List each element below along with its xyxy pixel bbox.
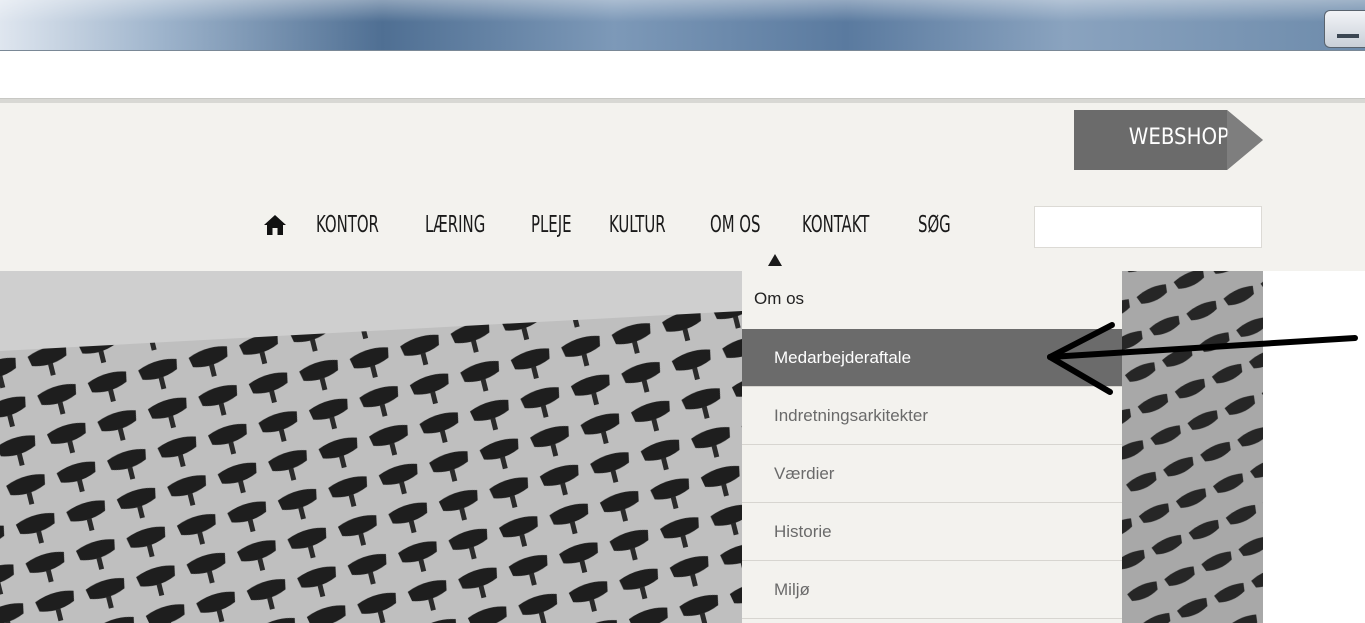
- main-nav: KONTOR LÆRING PLEJE KULTUR OM OS KONTAKT…: [262, 205, 985, 245]
- nav-item-pleje[interactable]: PLEJE: [531, 212, 572, 238]
- nav-item-kontakt[interactable]: KONTAKT: [802, 212, 869, 238]
- webshop-button[interactable]: WEBSHOP: [1074, 110, 1263, 170]
- minimize-icon[interactable]: [1324, 10, 1365, 48]
- search-input[interactable]: [1034, 206, 1262, 248]
- nav-item-kultur[interactable]: KULTUR: [609, 212, 666, 238]
- browser-content-top: [0, 61, 1365, 98]
- window-titlebar: [0, 0, 1365, 50]
- caret-up-icon: [768, 254, 782, 266]
- dropdown-item-indretningsarkitekter[interactable]: Indretningsarkitekter: [742, 387, 1122, 445]
- dropdown-heading[interactable]: Om os: [754, 289, 804, 309]
- dropdown-item-medarbejderaftale[interactable]: Medarbejderaftale: [742, 329, 1122, 387]
- dropdown-item-vaerdier[interactable]: Værdier: [742, 445, 1122, 503]
- webshop-label: WEBSHOP: [1128, 125, 1229, 150]
- dropdown-item-historie[interactable]: Historie: [742, 503, 1122, 561]
- nav-item-kontor[interactable]: KONTOR: [316, 212, 379, 238]
- nav-item-om-os[interactable]: OM OS: [710, 212, 761, 238]
- home-icon[interactable]: [262, 212, 288, 238]
- nav-item-sog[interactable]: SØG: [918, 212, 951, 238]
- nav-item-laering[interactable]: LÆRING: [425, 212, 485, 238]
- om-os-dropdown: Om os Medarbejderaftale Indretningsarkit…: [742, 271, 1122, 623]
- dropdown-item-miljo[interactable]: Miljø: [742, 561, 1122, 619]
